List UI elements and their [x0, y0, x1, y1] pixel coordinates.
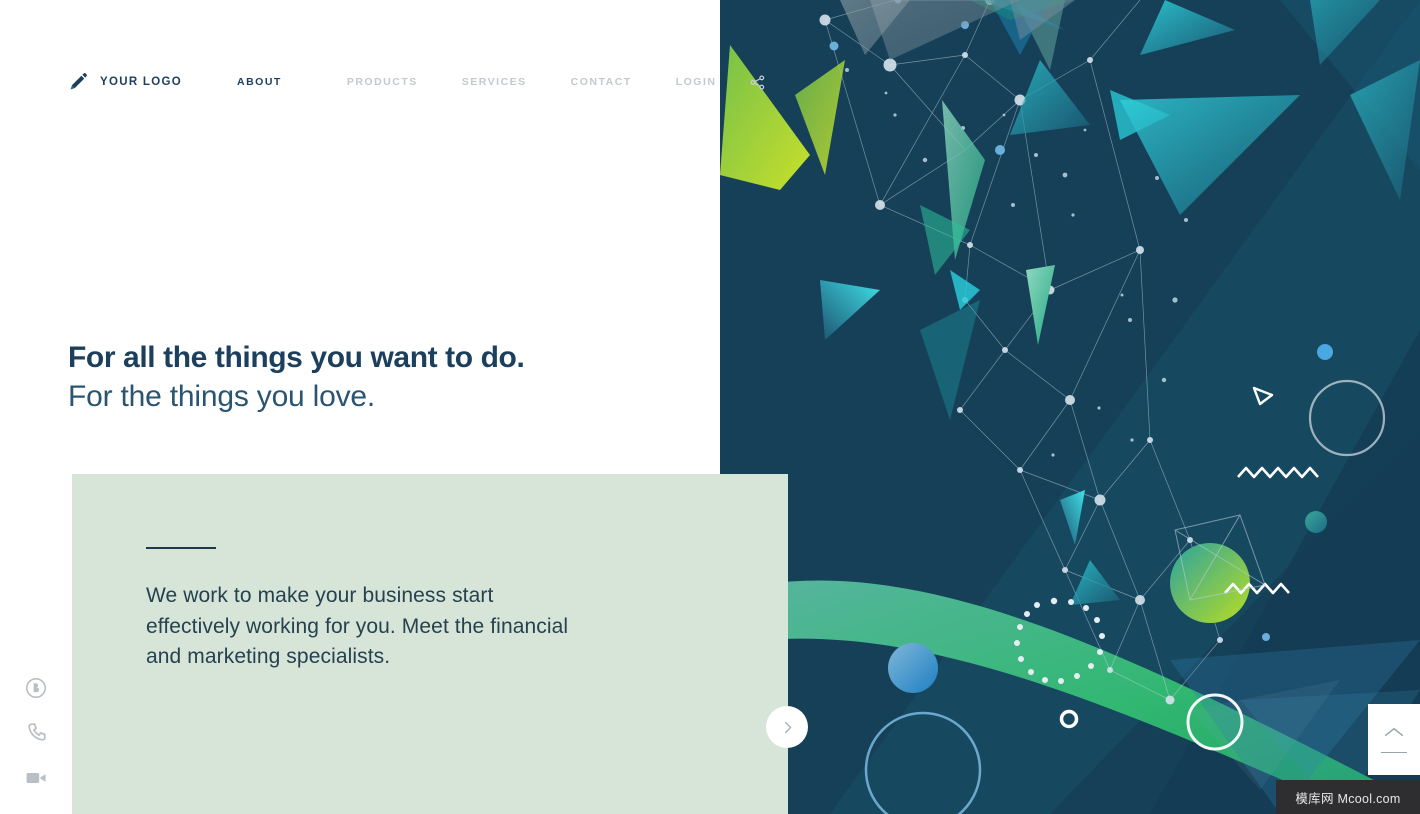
pencil-icon [70, 73, 87, 90]
hero-decorative-graphic [720, 0, 1420, 814]
card-divider [146, 547, 216, 549]
share-button[interactable] [746, 71, 768, 93]
video-button[interactable] [24, 766, 50, 792]
nav-item-products[interactable]: PRODUCTS [347, 70, 418, 94]
hero-headline: For all the things you want to do. For t… [68, 338, 708, 418]
logo-text: YOUR LOGO [100, 76, 182, 88]
chevron-up-icon [1384, 727, 1404, 736]
video-camera-icon [26, 773, 46, 783]
main-nav: ABOUT PRODUCTS SERVICES CONTACT LOGIN [237, 70, 768, 94]
card-body-text: We work to make your business start effe… [146, 584, 569, 669]
phone-icon [28, 723, 46, 741]
nav-item-services[interactable]: SERVICES [462, 70, 527, 94]
nav-item-contact[interactable]: CONTACT [571, 70, 632, 94]
nav-item-about[interactable]: ABOUT [237, 70, 282, 94]
side-contact-rail [24, 676, 50, 792]
logo[interactable]: YOUR LOGO [68, 72, 182, 92]
scroll-top-underline [1381, 751, 1407, 754]
info-circle-button[interactable] [24, 676, 50, 702]
carousel-next-button[interactable] [766, 706, 808, 748]
share-icon [750, 74, 765, 90]
site-header: YOUR LOGO ABOUT PRODUCTS SERVICES CONTAC… [0, 60, 765, 104]
hero-artwork-panel [720, 0, 1420, 814]
watermark: 模库网 Mcool.com [1276, 780, 1420, 814]
headline-primary: For all the things you want to do. [68, 341, 525, 374]
intro-card: We work to make your business start effe… [72, 474, 808, 814]
chevron-right-icon [784, 721, 791, 733]
info-circle-icon [26, 678, 46, 698]
headline-secondary: For the things you love. [68, 380, 376, 413]
phone-button[interactable] [24, 721, 50, 747]
scroll-to-top-button[interactable] [1368, 704, 1420, 775]
nav-item-login[interactable]: LOGIN [676, 70, 717, 94]
